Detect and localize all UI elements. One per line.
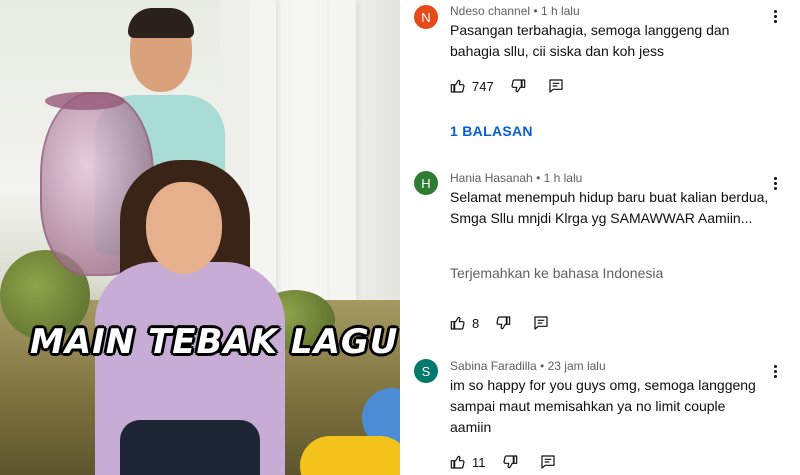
- comment-time[interactable]: 1 h lalu: [541, 4, 580, 18]
- comment-text: Pasangan terbahagia, semoga langgeng dan…: [450, 22, 730, 59]
- glass-vase-rim: [45, 92, 125, 110]
- thumbs-down-icon: [502, 455, 517, 469]
- video-thumbnail[interactable]: MAIN TEBAK LAGU: [0, 0, 400, 475]
- comment-actions: 11: [450, 454, 556, 470]
- reply-button[interactable]: [548, 78, 564, 94]
- translate-link[interactable]: Terjemahkan ke bahasa Indonesia: [450, 265, 663, 281]
- comment-actions: 747: [450, 78, 564, 94]
- like-button[interactable]: 11: [450, 454, 502, 470]
- comment-meta: Hania Hasanah • 1 h lalu: [450, 171, 583, 185]
- like-button[interactable]: 747: [450, 78, 510, 94]
- comment-reply-icon: [540, 455, 555, 469]
- comment-time[interactable]: 23 jam lalu: [548, 359, 606, 373]
- avatar[interactable]: H: [414, 171, 438, 195]
- more-vertical-icon[interactable]: [770, 364, 780, 380]
- background-pillar: [250, 0, 276, 300]
- comment-author[interactable]: Ndeso channel: [450, 4, 530, 18]
- like-button[interactable]: 8: [450, 315, 495, 331]
- comment-reply-icon: [549, 79, 563, 93]
- dislike-button[interactable]: [502, 454, 518, 470]
- like-count: 747: [472, 78, 494, 94]
- comment-reply-icon: [534, 316, 548, 330]
- comment-actions: 8: [450, 315, 549, 331]
- woman-pants: [120, 420, 260, 475]
- comment-meta: Ndeso channel • 1 h lalu: [450, 4, 580, 18]
- woman-face: [146, 182, 222, 274]
- comment-time[interactable]: 1 h lalu: [544, 171, 583, 185]
- video-overlay-title: MAIN TEBAK LAGU: [30, 322, 399, 362]
- dislike-button[interactable]: [495, 315, 511, 331]
- yellow-bean-bag: [300, 436, 400, 475]
- thumbs-down-icon: [496, 316, 511, 330]
- thumbs-up-icon: [450, 79, 465, 93]
- like-count: 8: [472, 315, 480, 331]
- comment-text: im so happy for you guys omg, semoga lan…: [450, 377, 756, 435]
- thumbs-up-icon: [450, 316, 465, 330]
- thumbs-up-icon: [450, 455, 465, 469]
- more-vertical-icon[interactable]: [770, 176, 780, 192]
- comment-meta: Sabina Faradilla • 23 jam lalu: [450, 359, 606, 373]
- comments-panel: N Ndeso channel • 1 h lalu Pasangan terb…: [400, 0, 800, 475]
- reply-button[interactable]: [540, 454, 556, 470]
- background-pillar: [330, 0, 356, 300]
- like-count: 11: [472, 454, 486, 470]
- more-vertical-icon[interactable]: [770, 9, 780, 25]
- comment-author[interactable]: Sabina Faradilla: [450, 359, 537, 373]
- reply-button[interactable]: [533, 315, 549, 331]
- man-hair: [128, 8, 194, 38]
- view-replies-button[interactable]: 1 BALASAN: [450, 123, 533, 139]
- thumbs-down-icon: [511, 79, 525, 93]
- comment-text: Selamat menempuh hidup baru buat kalian …: [450, 189, 769, 226]
- avatar[interactable]: N: [414, 5, 438, 29]
- avatar[interactable]: S: [414, 359, 438, 383]
- comment-author[interactable]: Hania Hasanah: [450, 171, 533, 185]
- dislike-button[interactable]: [510, 78, 526, 94]
